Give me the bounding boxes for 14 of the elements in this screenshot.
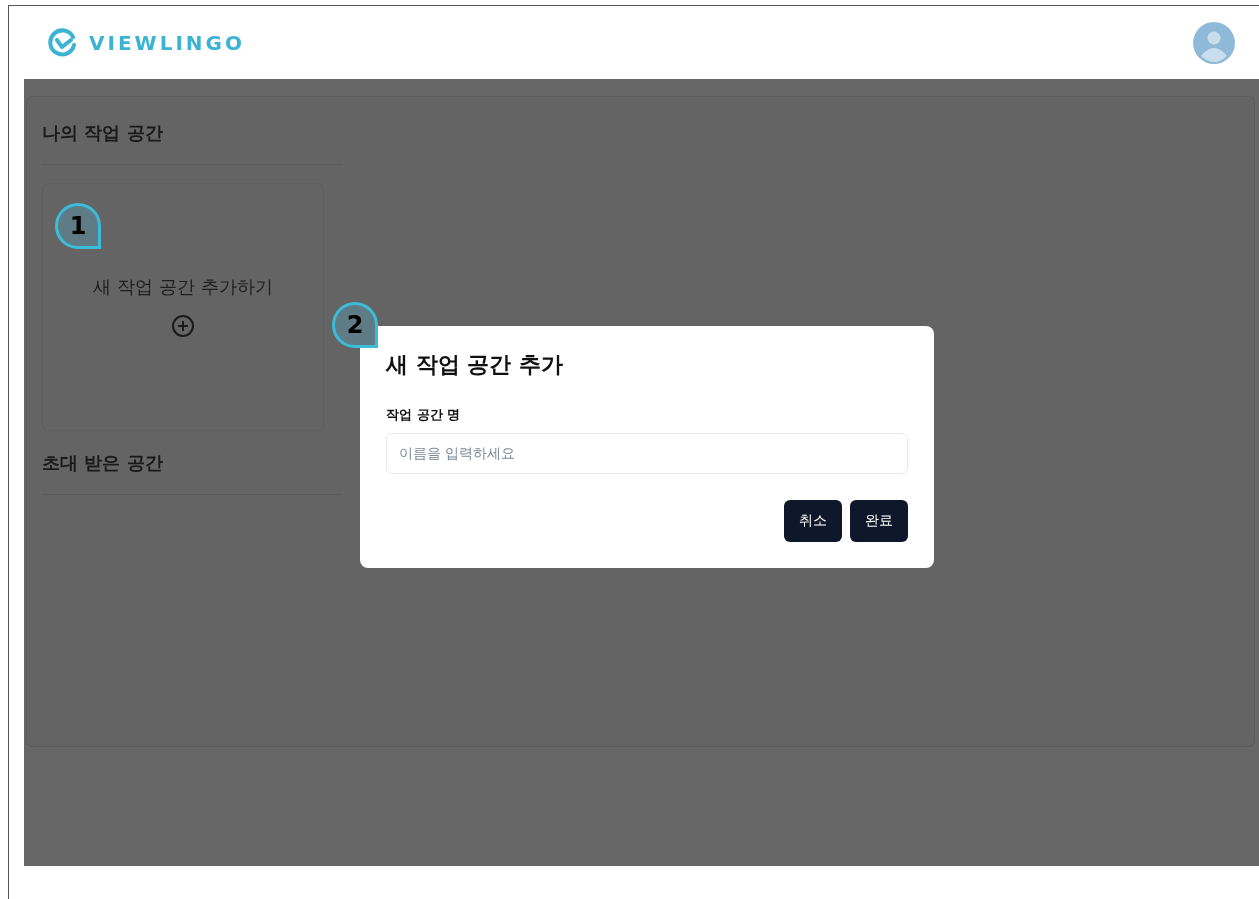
logo-icon — [47, 27, 77, 58]
card-label: 새 작업 공간 추가하기 — [93, 275, 273, 299]
dialog-title: 새 작업 공간 추가 — [386, 351, 564, 379]
avatar-icon[interactable] — [1193, 21, 1235, 64]
plus-circle-icon — [171, 314, 195, 338]
confirm-button[interactable]: 완료 — [850, 499, 908, 542]
name-input-field[interactable]: 이름을 입력하세요 — [386, 432, 908, 474]
section-title: 초대 받은 공간 — [42, 452, 163, 473]
field-label: 작업 공간 명 — [386, 406, 462, 424]
step-marker: 1 — [55, 203, 101, 249]
logo-text: VIEWLINGO — [89, 29, 245, 57]
add-workspace-card[interactable]: 1 새 작업 공간 추가하기 — [42, 183, 324, 431]
cancel-button[interactable]: 취소 — [784, 499, 842, 542]
section-title: 나의 작업 공간 — [42, 122, 163, 143]
